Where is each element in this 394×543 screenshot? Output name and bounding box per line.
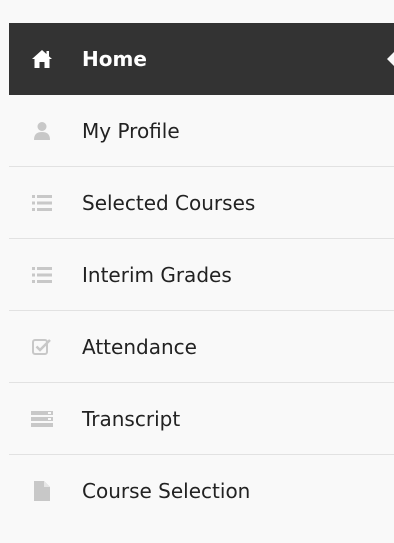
sidebar-item-transcript[interactable]: Transcript [9, 383, 394, 455]
sidebar-item-label: Selected Courses [82, 190, 256, 215]
sidebar-item-course-selection[interactable]: Course Selection [9, 455, 394, 527]
sidebar-nav: Home My Profile Selected Courses Interim… [9, 23, 394, 527]
user-icon [31, 120, 53, 142]
active-indicator [387, 51, 394, 66]
home-icon [31, 48, 53, 70]
sidebar-item-label: My Profile [82, 118, 180, 143]
sidebar-item-selected-courses[interactable]: Selected Courses [9, 167, 394, 239]
document-icon [31, 480, 53, 502]
sidebar-item-label: Attendance [82, 334, 197, 359]
sidebar-item-label: Transcript [82, 406, 181, 431]
sidebar-item-label: Home [82, 46, 147, 71]
sidebar-item-label: Interim Grades [82, 262, 232, 287]
checkbox-icon [31, 336, 53, 358]
sidebar-item-attendance[interactable]: Attendance [9, 311, 394, 383]
sidebar-item-home[interactable]: Home [9, 23, 394, 95]
transcript-icon [31, 408, 53, 430]
sidebar-item-my-profile[interactable]: My Profile [9, 95, 394, 167]
list-icon [31, 264, 53, 286]
sidebar-item-interim-grades[interactable]: Interim Grades [9, 239, 394, 311]
list-icon [31, 192, 53, 214]
sidebar-item-label: Course Selection [82, 479, 251, 503]
